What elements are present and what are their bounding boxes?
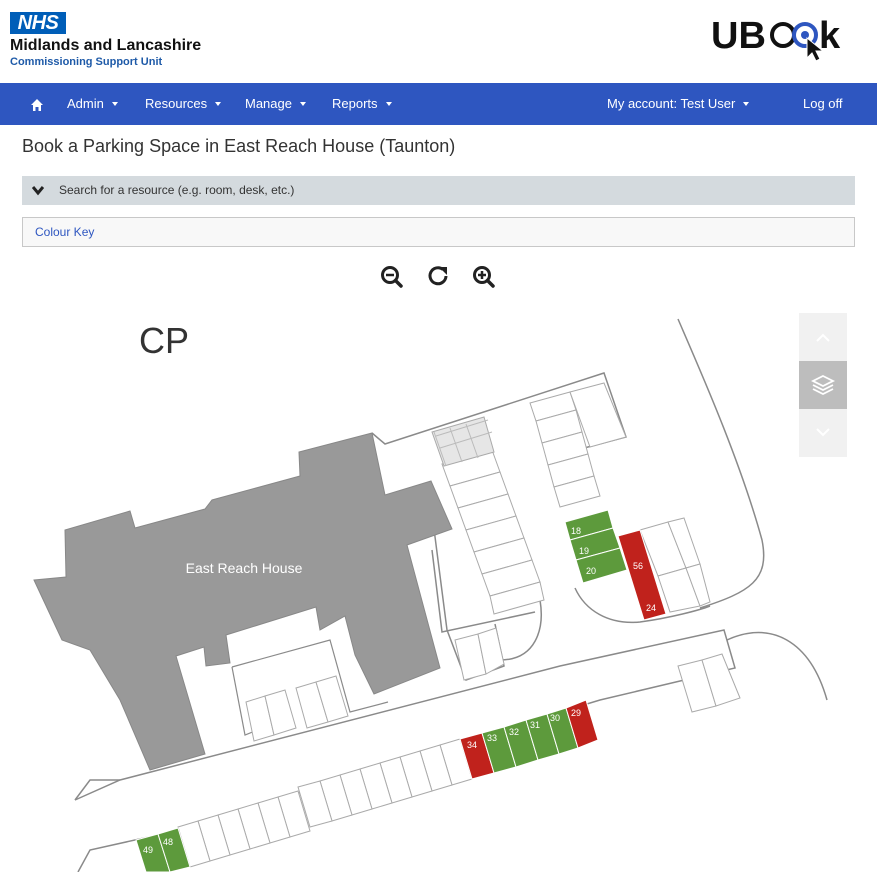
nav-admin[interactable]: Admin xyxy=(67,83,118,125)
nav-reports[interactable]: Reports xyxy=(332,83,392,125)
caret-down-icon xyxy=(215,101,222,106)
parking-space-group[interactable]: 18 19 20 xyxy=(564,509,628,584)
svg-text:29: 29 xyxy=(571,708,581,718)
caret-down-icon xyxy=(299,101,306,106)
zone-label: CP xyxy=(139,320,189,361)
nhs-logo: NHS xyxy=(10,12,66,34)
header: NHS Midlands and Lancashire Commissionin… xyxy=(0,0,877,83)
layer-down-button[interactable] xyxy=(799,409,847,457)
svg-text:56: 56 xyxy=(633,561,643,571)
caret-down-icon xyxy=(743,101,750,106)
reset-view-button[interactable] xyxy=(427,264,451,292)
svg-text:20: 20 xyxy=(586,566,596,576)
svg-text:30: 30 xyxy=(550,713,560,723)
svg-text:18: 18 xyxy=(571,526,581,536)
nav-my-account[interactable]: My account: Test User xyxy=(607,83,750,125)
svg-text:31: 31 xyxy=(530,720,540,730)
zoom-in-icon xyxy=(473,266,495,288)
zoom-out-icon xyxy=(381,266,403,288)
svg-text:48: 48 xyxy=(163,837,173,847)
chevron-up-icon xyxy=(816,333,830,342)
parking-space-group[interactable]: 33 32 31 30 xyxy=(481,707,579,774)
nav-resources[interactable]: Resources xyxy=(145,83,222,125)
home-icon xyxy=(31,98,43,111)
svg-text:34: 34 xyxy=(467,740,477,750)
main-nav: Admin Resources Manage Reports My accoun… xyxy=(0,83,877,125)
svg-text:33: 33 xyxy=(487,733,497,743)
caret-down-icon xyxy=(385,101,392,106)
search-toggle[interactable]: Search for a resource (e.g. room, desk, … xyxy=(22,176,855,205)
search-toggle-label: Search for a resource (e.g. room, desk, … xyxy=(59,183,295,197)
layers-icon xyxy=(810,374,836,396)
svg-text:UB: UB xyxy=(711,15,766,57)
parking-map[interactable]: CP East Reach House 18 19 20 56 24 34 33… xyxy=(0,300,877,872)
svg-text:32: 32 xyxy=(509,727,519,737)
nav-manage[interactable]: Manage xyxy=(245,83,306,125)
chevron-down-icon xyxy=(32,186,44,196)
ubook-logo[interactable]: UB k xyxy=(711,12,851,62)
org-name: Midlands and Lancashire xyxy=(10,37,202,54)
colour-key-link[interactable]: Colour Key xyxy=(35,218,94,246)
zoom-out-button[interactable] xyxy=(380,264,404,292)
nav-log-off[interactable]: Log off xyxy=(803,83,843,125)
layers-button[interactable] xyxy=(799,361,847,409)
layer-up-button[interactable] xyxy=(799,313,847,361)
org-subtitle: Commissioning Support Unit xyxy=(10,56,163,68)
home-button[interactable] xyxy=(30,83,44,125)
building-label: East Reach House xyxy=(186,560,303,576)
page-title: Book a Parking Space in East Reach House… xyxy=(22,136,456,156)
svg-text:24: 24 xyxy=(646,603,656,613)
colour-key-panel[interactable]: Colour Key xyxy=(22,217,855,247)
chevron-down-icon xyxy=(816,428,830,437)
svg-text:49: 49 xyxy=(143,845,153,855)
refresh-icon xyxy=(428,266,448,286)
svg-text:19: 19 xyxy=(579,546,589,556)
caret-down-icon xyxy=(111,101,118,106)
zoom-in-button[interactable] xyxy=(472,264,496,292)
